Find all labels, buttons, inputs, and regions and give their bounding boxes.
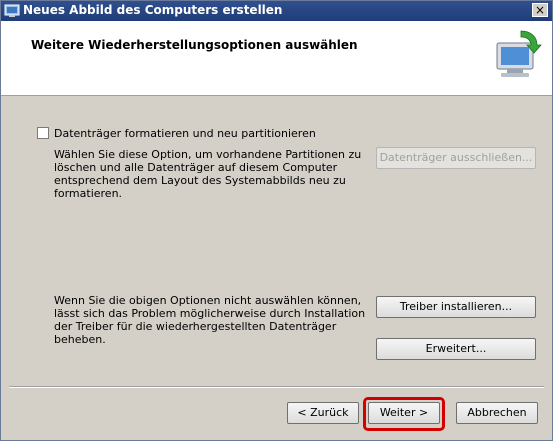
install-drivers-button[interactable]: Treiber installieren... bbox=[376, 296, 536, 318]
wizard-content: Datenträger formatieren und neu partitio… bbox=[1, 96, 552, 381]
close-button[interactable]: × bbox=[532, 3, 548, 17]
cancel-button[interactable]: Abbrechen bbox=[456, 402, 538, 424]
format-description: Wählen Sie diese Option, um vorhandene P… bbox=[54, 148, 362, 200]
window-title: Neues Abbild des Computers erstellen bbox=[23, 3, 283, 17]
advanced-button[interactable]: Erweitert... bbox=[376, 338, 536, 360]
page-title: Weitere Wiederherstellungsoptionen auswä… bbox=[31, 38, 358, 52]
backup-app-icon bbox=[4, 4, 20, 17]
wizard-window: Neues Abbild des Computers erstellen × W… bbox=[0, 0, 553, 441]
driver-hint: Wenn Sie die obigen Optionen nicht auswä… bbox=[54, 294, 366, 346]
exclude-disks-button[interactable]: Datenträger ausschließen... bbox=[376, 147, 536, 169]
footer-separator bbox=[9, 386, 544, 388]
next-button[interactable]: Weiter > bbox=[368, 402, 440, 424]
title-bar[interactable]: Neues Abbild des Computers erstellen × bbox=[1, 1, 552, 21]
computer-restore-icon bbox=[496, 30, 542, 77]
format-checkbox-label[interactable]: Datenträger formatieren und neu partitio… bbox=[54, 127, 316, 140]
format-checkbox[interactable] bbox=[37, 127, 49, 139]
back-button[interactable]: < Zurück bbox=[287, 402, 359, 424]
wizard-header: Weitere Wiederherstellungsoptionen auswä… bbox=[1, 21, 552, 96]
